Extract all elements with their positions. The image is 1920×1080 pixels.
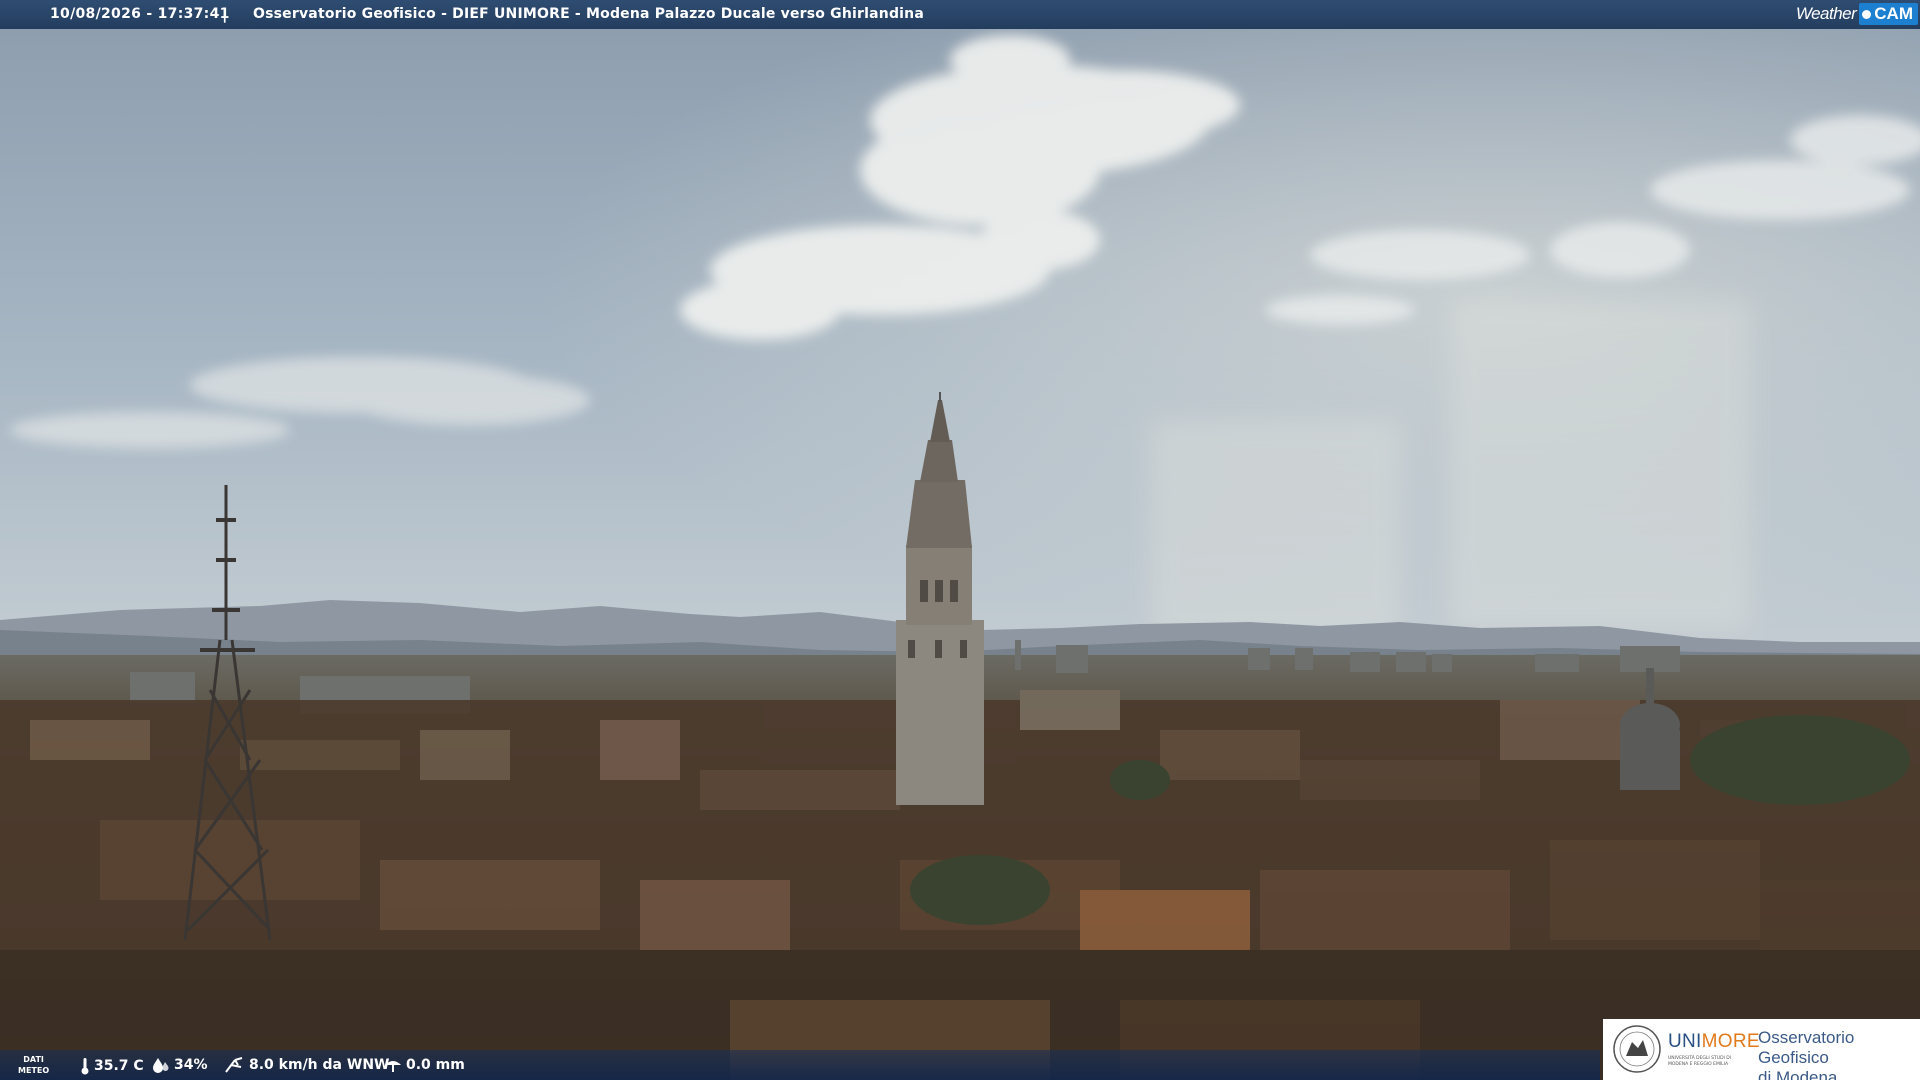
university-subtitle-1: UNIVERSITÀ DEGLI STUDI DI — [1668, 1056, 1732, 1061]
weathercam-brand-text: Weather — [1795, 4, 1857, 23]
thermometer-icon — [81, 1058, 89, 1075]
rain-gauge-icon — [385, 1061, 401, 1072]
humidity-value: 34% — [174, 1057, 208, 1073]
camera-title: Osservatorio Geofisico - DIEF UNIMORE - … — [253, 6, 924, 22]
temperature-readout: 35.7 C — [80, 1057, 144, 1075]
caption-separator: | — [222, 5, 228, 23]
weather-label-line2: METEO — [18, 1066, 50, 1075]
weathercam-logo[interactable]: Weather CAM — [1793, 2, 1918, 26]
brand-uni: UNI — [1668, 1031, 1702, 1052]
camera-logo-icon: CAM — [1859, 3, 1918, 25]
webcam-frame: 10/08/2026 - 17:37:41 | Osservatorio Geo… — [0, 0, 1920, 1080]
university-seal-icon — [1613, 1025, 1661, 1073]
humidity-drop-icon — [153, 1058, 169, 1073]
humidity-readout: 34% — [152, 1057, 208, 1073]
unimore-logo[interactable]: UNIMORE UNIVERSITÀ DEGLI STUDI DI MODENA… — [1603, 1019, 1920, 1080]
brand-more: MORE — [1701, 1031, 1760, 1052]
weather-data-bar: DATI METEO 35.7 C 34% 8.0 km/h da WNW 0.… — [0, 1050, 1600, 1080]
observatory-name-line1: Osservatorio Geofisico — [1758, 1028, 1855, 1067]
observatory-name-line2: di Modena — [1758, 1068, 1838, 1080]
wind-value: 8.0 km/h da WNW — [249, 1057, 390, 1073]
caption-bar: 10/08/2026 - 17:37:41 | Osservatorio Geo… — [0, 0, 1920, 29]
wind-readout: 8.0 km/h da WNW — [225, 1057, 389, 1073]
webcam-image — [0, 0, 1920, 1080]
rain-value: 0.0 mm — [406, 1057, 465, 1073]
weather-data-label: DATI METEO — [18, 1054, 49, 1076]
rain-readout: 0.0 mm — [384, 1057, 465, 1073]
weathercam-brand-cam: CAM — [1874, 4, 1913, 23]
temperature-value: 35.7 C — [94, 1058, 144, 1074]
weather-label-line1: DATI — [23, 1055, 44, 1064]
university-subtitle-2: MODENA E REGGIO EMILIA — [1668, 1062, 1729, 1067]
wind-icon — [225, 1057, 243, 1073]
observatory-name: Osservatorio Geofisico di Modena — [1758, 1028, 1920, 1080]
unimore-wordmark: UNIMORE — [1668, 1031, 1760, 1053]
timestamp: 10/08/2026 - 17:37:41 — [50, 6, 230, 22]
